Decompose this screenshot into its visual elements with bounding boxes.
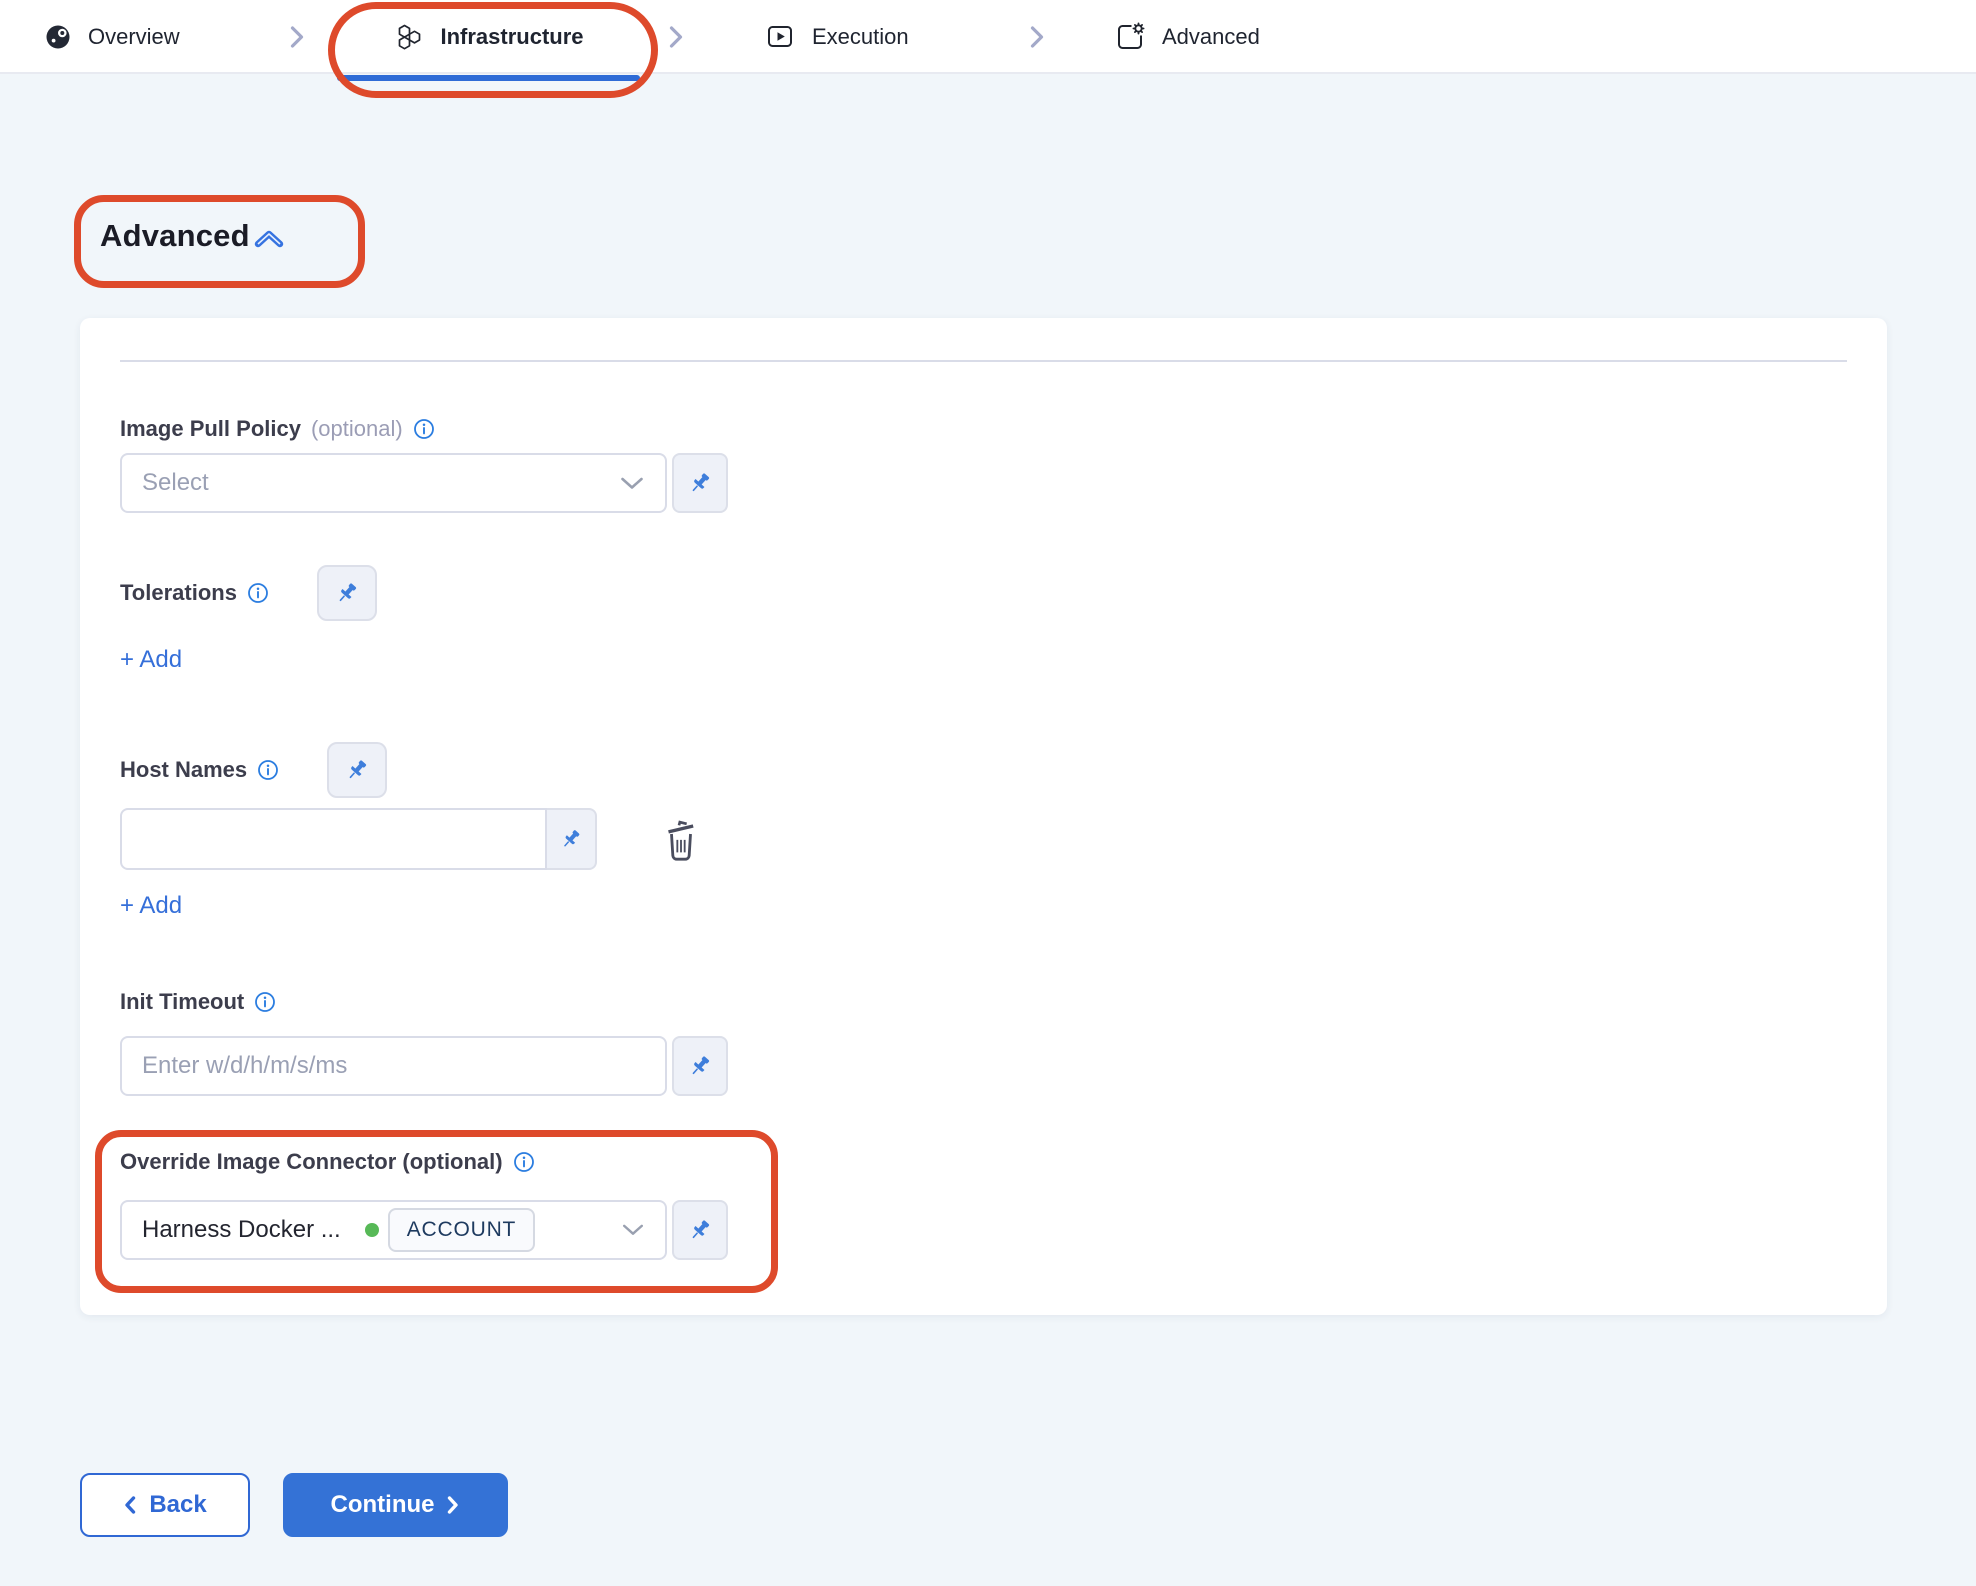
continue-button[interactable]: Continue [283, 1473, 508, 1537]
pin-input-type-button[interactable] [672, 1036, 728, 1096]
image-pull-policy-label-row: Image Pull Policy (optional) [120, 415, 1847, 443]
chevron-right-icon [446, 1495, 460, 1515]
info-icon[interactable] [254, 991, 276, 1013]
tab-label: Infrastructure [440, 24, 583, 50]
chevron-down-icon [621, 1223, 645, 1237]
chevron-left-icon [123, 1495, 137, 1515]
tab-advanced[interactable]: Advanced [1115, 0, 1260, 74]
pin-input-type-button[interactable] [672, 1200, 728, 1260]
host-names-label-row: Host Names [120, 742, 1847, 798]
pin-input-type-button[interactable] [547, 808, 597, 870]
host-name-input-group [120, 808, 597, 870]
chevron-right-separator-icon [667, 23, 685, 56]
override-image-connector-select[interactable]: Harness Docker ... ACCOUNT [120, 1200, 667, 1260]
init-timeout-control-row [120, 1036, 1847, 1096]
delete-host-name-trash-icon[interactable] [661, 817, 701, 861]
tab-execution[interactable]: Execution [765, 0, 909, 74]
connector-name: Harness Docker ... [142, 1216, 341, 1244]
init-timeout-label: Init Timeout [120, 989, 244, 1015]
connector-scope-badge: ACCOUNT [388, 1208, 535, 1252]
stage-config-tabbar: Overview Infrastructure Execution Advanc… [0, 0, 1976, 74]
gear-square-advanced-icon [1115, 22, 1145, 52]
info-icon[interactable] [247, 582, 269, 604]
tab-overview[interactable]: Overview [45, 0, 180, 74]
back-button-label: Back [149, 1491, 206, 1519]
play-square-execution-icon [765, 22, 795, 52]
chevron-right-separator-icon [288, 23, 306, 56]
pin-input-type-button[interactable] [672, 453, 728, 513]
info-icon[interactable] [257, 759, 279, 781]
host-names-input-row [120, 808, 1847, 870]
info-icon[interactable] [513, 1151, 535, 1173]
host-names-add-link[interactable]: + Add [120, 892, 182, 922]
init-timeout-input[interactable] [120, 1036, 667, 1096]
card-top-divider [120, 360, 1847, 362]
advanced-settings-card: Image Pull Policy (optional) Select Tole… [80, 318, 1887, 1315]
chevron-up-collapse-icon[interactable] [252, 226, 286, 252]
hexagons-infrastructure-icon [393, 22, 423, 52]
tab-label: Execution [812, 24, 909, 50]
active-tab-underline [337, 75, 640, 81]
pin-input-type-button[interactable] [317, 565, 377, 621]
override-image-connector-label: Override Image Connector (optional) [120, 1149, 503, 1175]
overview-icon [45, 24, 71, 50]
tolerations-label: Tolerations [120, 580, 237, 606]
tab-label: Advanced [1162, 24, 1260, 50]
image-pull-policy-label: Image Pull Policy [120, 416, 301, 442]
connector-status-dot [365, 1223, 379, 1237]
info-icon[interactable] [413, 418, 435, 440]
image-pull-policy-select[interactable]: Select [120, 453, 667, 513]
tolerations-label-row: Tolerations [120, 565, 1847, 621]
tab-label: Overview [88, 24, 180, 50]
advanced-section-title: Advanced [100, 218, 250, 254]
select-placeholder: Select [142, 469, 209, 497]
advanced-section-header[interactable]: Advanced [100, 218, 286, 254]
override-image-connector-control-row: Harness Docker ... ACCOUNT [120, 1200, 1847, 1260]
host-name-input[interactable] [120, 808, 547, 870]
tab-infrastructure[interactable]: Infrastructure [337, 0, 640, 74]
init-timeout-label-row: Init Timeout [120, 988, 1847, 1016]
override-image-connector-label-row: Override Image Connector (optional) [120, 1148, 1847, 1176]
continue-button-label: Continue [331, 1491, 435, 1519]
image-pull-policy-control-row: Select [120, 453, 1847, 513]
chevron-down-icon [619, 476, 645, 491]
pin-input-type-button[interactable] [327, 742, 387, 798]
chevron-right-separator-icon [1028, 23, 1046, 56]
tolerations-add-link[interactable]: + Add [120, 646, 182, 676]
host-names-label: Host Names [120, 757, 247, 783]
back-button[interactable]: Back [80, 1473, 250, 1537]
optional-hint: (optional) [311, 416, 403, 442]
